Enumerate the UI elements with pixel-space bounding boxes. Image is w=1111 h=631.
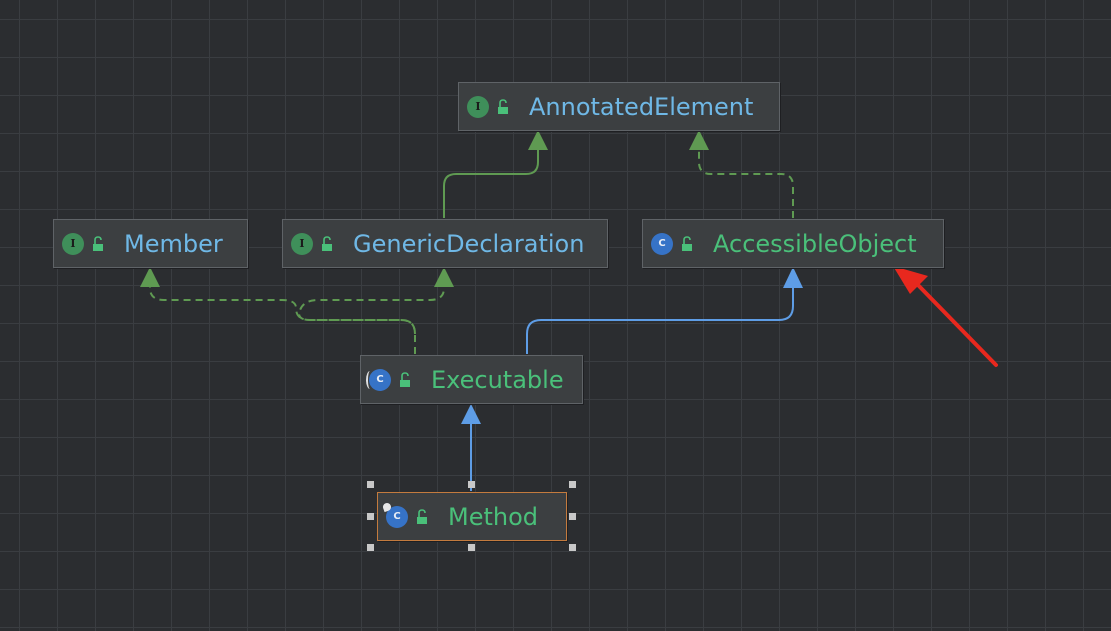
edge-genericdeclaration-annotatedelement (443, 148, 539, 218)
node-label: Member (124, 229, 223, 258)
node-accessibleobject[interactable]: C AccessibleObject (642, 219, 944, 268)
resize-handle-bottom-left[interactable] (367, 544, 374, 551)
node-genericdeclaration[interactable]: I GenericDeclaration (282, 219, 608, 268)
arrowhead-annotatedelement-right (689, 130, 709, 150)
node-label: AnnotatedElement (529, 92, 754, 121)
node-label: Method (448, 502, 539, 531)
node-label: Executable (431, 365, 564, 394)
arrowhead-member (140, 267, 160, 287)
unlock-icon (498, 98, 508, 114)
edge-executable-genericdeclaration (298, 286, 445, 335)
resize-handle-middle-right[interactable] (569, 513, 576, 520)
interface-icon: I (467, 95, 489, 118)
red-arrow-icon (916, 283, 998, 367)
diagram-canvas[interactable]: I AnnotatedElement I Member I GenericDec… (0, 0, 1111, 631)
unlock-icon (93, 235, 103, 251)
abstract-class-icon: C (366, 368, 391, 391)
edge-accessibleobject-annotatedelement (698, 150, 794, 218)
node-annotatedelement[interactable]: I AnnotatedElement (458, 82, 780, 131)
edge-executable-accessibleobject (526, 288, 794, 354)
unlock-icon (400, 371, 410, 387)
node-executable[interactable]: C Executable (360, 355, 583, 404)
node-label: GenericDeclaration (353, 229, 585, 258)
interface-icon: I (291, 232, 313, 255)
class-icon: C (651, 232, 673, 255)
arrowhead-annotatedelement-left (528, 130, 548, 150)
resize-handle-middle-left[interactable] (367, 513, 374, 520)
resize-handle-top-left[interactable] (367, 481, 374, 488)
resize-handle-bottom-right[interactable] (569, 544, 576, 551)
unlock-icon (322, 235, 332, 251)
arrowhead-genericdeclaration (434, 267, 454, 287)
node-label: AccessibleObject (713, 229, 917, 258)
node-method[interactable]: C Method (377, 492, 567, 541)
resize-handle-bottom-center[interactable] (468, 544, 475, 551)
node-member[interactable]: I Member (53, 219, 248, 268)
resize-handle-top-center[interactable] (468, 481, 475, 488)
interface-icon: I (62, 232, 84, 255)
arrowhead-accessibleobject (783, 267, 803, 288)
unlock-icon (417, 508, 427, 524)
final-class-icon: C (386, 505, 408, 528)
unlock-icon (682, 235, 692, 251)
arrowhead-executable (461, 404, 481, 424)
resize-handle-top-right[interactable] (569, 481, 576, 488)
